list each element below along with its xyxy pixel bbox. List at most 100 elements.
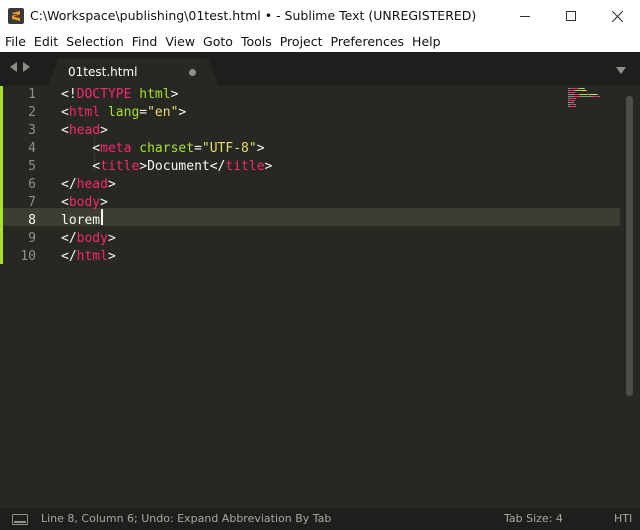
code-line[interactable]: </head>	[61, 176, 116, 194]
sublime-app-icon	[8, 8, 24, 24]
minimap[interactable]	[560, 86, 620, 116]
code-token: <	[61, 159, 101, 174]
code-token: >	[100, 195, 108, 210]
code-token: title	[225, 159, 265, 174]
minimap-stroke	[575, 106, 576, 107]
menu-project[interactable]: Project	[275, 32, 326, 52]
menu-tools[interactable]: Tools	[236, 32, 275, 52]
code-token: </	[61, 231, 77, 246]
vertical-scrollbar[interactable]	[626, 96, 633, 396]
menu-help[interactable]: Help	[407, 32, 444, 52]
minimap-stroke	[575, 98, 576, 99]
menu-goto[interactable]: Goto	[198, 32, 236, 52]
tab-bar: 01test.html	[0, 52, 640, 86]
line-number-gutter: 1 2 3 4 5 6 7 8 9 10	[0, 86, 56, 508]
code-token: Document	[147, 159, 210, 174]
code-token: html	[76, 249, 108, 264]
minimap-stroke	[574, 92, 575, 93]
code-token: head	[68, 123, 101, 138]
code-token: =	[194, 141, 202, 156]
menu-find[interactable]: Find	[127, 32, 161, 52]
line-number: 5	[28, 159, 36, 174]
panel-toggle-icon[interactable]	[12, 514, 28, 525]
unsaved-dot-icon[interactable]	[189, 69, 196, 76]
minimap-stroke	[580, 94, 588, 95]
minimize-icon	[520, 15, 530, 17]
minimap-stroke	[568, 102, 574, 103]
tab-01test[interactable]: 01test.html	[48, 58, 218, 86]
tab-navigation	[10, 62, 30, 72]
code-token: >	[107, 231, 116, 246]
minimap-stroke	[599, 96, 600, 97]
code-token: DOCTYPE	[76, 87, 132, 102]
line-number: 7	[28, 195, 36, 210]
close-button[interactable]	[594, 0, 640, 32]
line-number: 4	[28, 141, 36, 156]
text-cursor	[101, 209, 103, 225]
window-title: C:\Workspace\publishing\01test.html • - …	[30, 8, 477, 23]
code-token: html	[139, 87, 171, 102]
code-line[interactable]: <!DOCTYPE html>	[61, 86, 178, 104]
code-token: >	[264, 159, 273, 174]
minimap-stroke	[584, 88, 585, 89]
menu-file[interactable]: File	[0, 32, 29, 52]
editor-area[interactable]: 1 2 3 4 5 6 7 8 9 10 <!DOCTYPE html> <html lang="e…	[0, 86, 640, 508]
code-line[interactable]: </body>	[61, 230, 116, 248]
status-tab-size[interactable]: Tab Size: 4	[504, 508, 563, 530]
minimap-stroke	[574, 100, 575, 101]
arrow-right-icon[interactable]	[23, 62, 30, 72]
line-number: 2	[28, 105, 36, 120]
code-token: >	[178, 105, 187, 120]
code-token: body	[68, 195, 101, 210]
code-token: body	[76, 231, 108, 246]
code-token: charset	[139, 141, 195, 156]
status-bar: Line 8, Column 6; Undo: Expand Abbreviat…	[0, 508, 640, 530]
menu-bar: File Edit Selection Find View Goto Tools…	[0, 32, 640, 52]
minimize-button[interactable]	[502, 0, 548, 32]
line-number: 9	[28, 231, 36, 246]
code-token: title	[100, 159, 140, 174]
code-token: head	[76, 177, 108, 192]
code-token: <	[61, 105, 69, 120]
line-number: 10	[20, 249, 36, 264]
code-token: meta	[100, 141, 132, 156]
minimap-stroke	[597, 94, 598, 95]
status-position: Line 8, Column 6; Undo: Expand Abbreviat…	[41, 512, 332, 525]
code-token: "UTF-8"	[201, 141, 257, 156]
code-token: >	[139, 159, 148, 174]
code-token: <	[61, 195, 69, 210]
code-line[interactable]: lorem	[61, 212, 100, 230]
menu-view[interactable]: View	[160, 32, 198, 52]
code-token: </	[61, 249, 77, 264]
code-token: >	[170, 87, 179, 102]
tab-menu-chevron-icon[interactable]	[616, 67, 626, 74]
code-line[interactable]: <meta charset="UTF-8">	[61, 140, 264, 158]
minimap-stroke	[589, 94, 597, 95]
arrow-left-icon[interactable]	[10, 62, 17, 72]
code-token: html	[68, 105, 101, 120]
menu-selection[interactable]: Selection	[61, 32, 127, 52]
maximize-button[interactable]	[548, 0, 594, 32]
code-token: >	[107, 177, 116, 192]
code-token: lorem	[61, 213, 101, 228]
code-token: <	[61, 123, 69, 138]
status-syntax[interactable]: HTI	[614, 508, 632, 530]
code-token: <	[61, 141, 101, 156]
line-number: 6	[28, 177, 36, 192]
menu-preferences[interactable]: Preferences	[326, 32, 408, 52]
code-line[interactable]: </html>	[61, 248, 116, 266]
line-number: 3	[28, 123, 36, 138]
title-bar: C:\Workspace\publishing\01test.html • - …	[0, 0, 640, 32]
minimap-stroke	[586, 90, 587, 91]
code-line[interactable]: <head>	[61, 122, 108, 140]
code-token: "en"	[147, 105, 179, 120]
menu-edit[interactable]: Edit	[29, 32, 61, 52]
code-line[interactable]: <title>Document</title>	[61, 158, 272, 176]
code-token: lang	[107, 105, 140, 120]
minimap-stroke	[581, 96, 591, 97]
line-number: 1	[28, 87, 36, 102]
code-line[interactable]: <html lang="en">	[61, 104, 186, 122]
close-icon	[611, 10, 623, 22]
code-token: <!	[61, 87, 77, 102]
